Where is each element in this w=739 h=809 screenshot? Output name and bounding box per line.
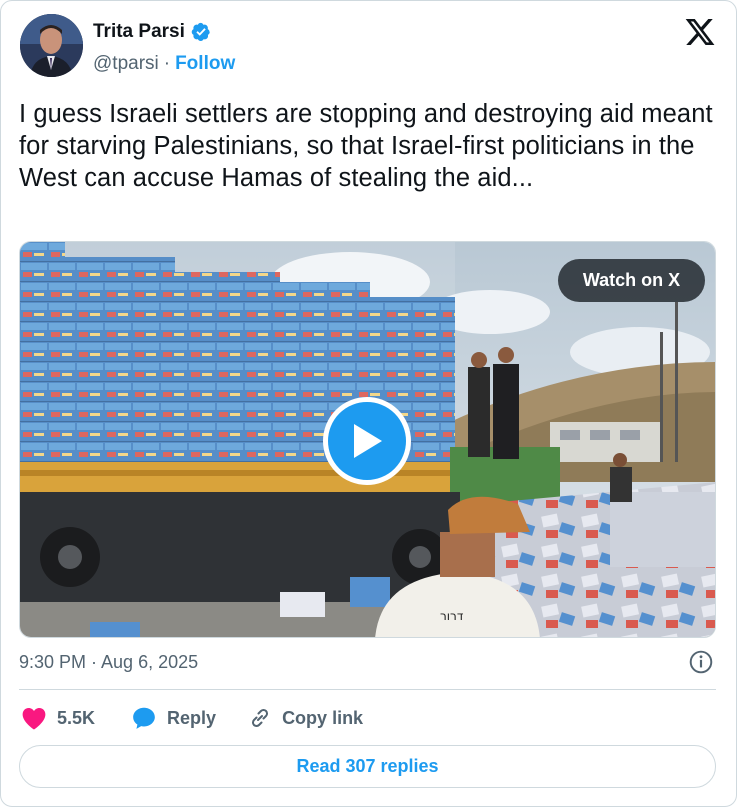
- link-icon: [252, 708, 269, 728]
- reply-button[interactable]: Reply: [131, 705, 216, 731]
- copy-link-label: Copy link: [282, 707, 364, 728]
- watch-on-x-button[interactable]: Watch on X: [558, 259, 705, 302]
- heart-icon: [22, 708, 46, 730]
- tweet-timestamp[interactable]: 9:30 PM · Aug 6, 2025: [19, 652, 198, 673]
- verified-badge-icon: [191, 22, 211, 42]
- video-media[interactable]: דרור Watch on X: [19, 241, 716, 638]
- divider: [19, 689, 716, 690]
- reply-label: Reply: [167, 707, 217, 728]
- read-replies-button[interactable]: Read 307 replies: [19, 745, 716, 788]
- shirt-text: דרור: [440, 609, 464, 623]
- tweet-text: I guess Israeli settlers are stopping an…: [19, 100, 713, 192]
- play-icon: [354, 424, 382, 458]
- tweet-actions: 5.5K Reply Copy link: [21, 703, 363, 733]
- tweet-embed-card: Trita Parsi @tparsi · Follow I guess Isr…: [0, 0, 737, 807]
- author-name[interactable]: Trita Parsi: [93, 21, 185, 43]
- reply-bubble-icon: [133, 707, 155, 729]
- author-handle-row: @tparsi · Follow: [93, 53, 235, 75]
- x-logo-icon[interactable]: [684, 16, 716, 48]
- author-name-row: Trita Parsi: [93, 21, 211, 43]
- info-icon[interactable]: [688, 649, 714, 675]
- like-button[interactable]: 5.5K: [21, 706, 95, 730]
- separator-dot: ·: [163, 53, 171, 74]
- play-button[interactable]: [323, 397, 411, 485]
- author-handle[interactable]: @tparsi: [93, 53, 159, 75]
- author-avatar[interactable]: [20, 14, 83, 77]
- copy-link-button[interactable]: Copy link: [248, 706, 363, 730]
- follow-button[interactable]: Follow: [175, 53, 235, 75]
- like-count: 5.5K: [57, 707, 96, 728]
